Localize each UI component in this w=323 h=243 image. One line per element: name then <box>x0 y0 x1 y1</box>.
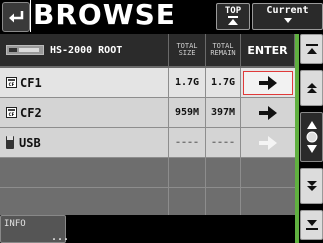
double-down-arrow-icon <box>306 181 317 191</box>
double-up-arrow-icon <box>306 83 317 93</box>
top-button[interactable]: TOP <box>216 3 250 30</box>
root-label: HS-2000 ROOT <box>50 44 123 56</box>
scroll-thumb-icon <box>306 121 317 153</box>
header-bar: BROWSE TOP Current <box>0 0 323 34</box>
total-remain-header: TOTAL REMAIN <box>206 34 241 66</box>
total-size-header-line2: SIZE <box>178 49 196 57</box>
row-name: CF2 <box>20 105 42 120</box>
row-name: USB <box>19 135 41 150</box>
enter-button-disabled <box>243 131 293 155</box>
empty-row <box>0 188 295 218</box>
row-total-size: ---- <box>174 137 200 148</box>
back-arrow-icon <box>9 11 24 23</box>
page-title: BROWSE <box>30 0 176 32</box>
enter-header: ENTER <box>241 34 295 66</box>
top-label: TOP <box>224 6 242 16</box>
footer-bar: INFO ... <box>0 215 295 243</box>
right-arrow-icon <box>259 135 277 150</box>
row-name: CF1 <box>20 75 42 90</box>
scroll-thumb[interactable] <box>300 112 323 162</box>
enter-header-label: ENTER <box>247 43 288 57</box>
total-size-header: TOTAL SIZE <box>169 34 206 66</box>
usb-drive-icon <box>6 136 14 149</box>
scroll-to-top-button[interactable] <box>300 34 323 64</box>
right-arrow-icon <box>259 105 277 120</box>
media-bar-icon <box>6 45 44 55</box>
page-up-button[interactable] <box>300 70 323 106</box>
scroll-to-bottom-button[interactable] <box>300 210 323 240</box>
right-arrow-icon <box>259 75 277 90</box>
row-total-remain: ---- <box>210 137 236 148</box>
enter-button[interactable] <box>243 101 293 125</box>
cf-card-icon: CF <box>6 107 17 118</box>
root-header-cell: HS-2000 ROOT <box>0 34 169 66</box>
info-label: INFO <box>4 219 26 229</box>
info-button[interactable]: INFO ... <box>0 215 70 243</box>
chevron-down-icon <box>283 18 292 23</box>
scroll-bottom-icon <box>305 220 318 230</box>
top-arrow-icon <box>228 16 238 25</box>
table-row[interactable]: CF CF2 959M 397M <box>0 98 295 128</box>
scroll-top-icon <box>305 44 318 54</box>
table-row[interactable]: CF CF1 1.7G 1.7G <box>0 68 295 98</box>
table-row[interactable]: USB ---- ---- <box>0 128 295 158</box>
row-total-size: 1.7G <box>174 77 200 88</box>
cf-card-icon: CF <box>6 77 17 88</box>
current-label: Current <box>266 5 309 16</box>
empty-row <box>0 158 295 188</box>
row-total-size: 959M <box>174 107 200 118</box>
table-header: HS-2000 ROOT TOTAL SIZE TOTAL REMAIN ENTER <box>0 34 295 68</box>
total-remain-header-line2: REMAIN <box>210 49 236 57</box>
browse-table: HS-2000 ROOT TOTAL SIZE TOTAL REMAIN ENTER… <box>0 34 295 218</box>
current-button[interactable]: Current <box>252 3 323 30</box>
row-total-remain: 1.7G <box>210 77 236 88</box>
page-down-button[interactable] <box>300 168 323 204</box>
row-total-remain: 397M <box>210 107 236 118</box>
info-dots: ... <box>51 232 70 243</box>
scroll-track <box>295 34 299 243</box>
back-button[interactable] <box>2 2 30 32</box>
enter-button[interactable] <box>243 70 293 95</box>
scrollbar[interactable] <box>295 34 323 243</box>
